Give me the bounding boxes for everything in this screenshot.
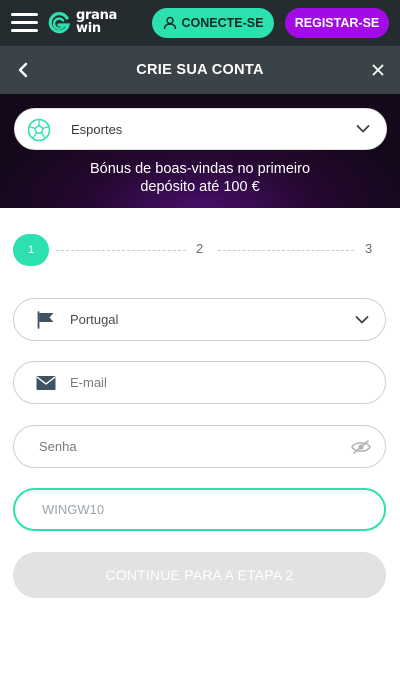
email-placeholder: E-mail (70, 375, 107, 390)
eye-hidden-icon[interactable] (351, 440, 371, 454)
step-divider (56, 250, 186, 251)
chevron-down-icon (355, 316, 369, 324)
country-value: Portugal (70, 312, 119, 327)
promo-code-value: WINGW10 (42, 502, 105, 517)
bonus-line-2: depósito até 100 € (140, 179, 260, 195)
logo-line-2: win (76, 21, 101, 36)
step-3-indicator: 3 (365, 241, 373, 256)
page-title: CRIE SUA CONTA (136, 62, 264, 78)
brand-logo[interactable]: grana win (48, 9, 132, 37)
sport-selector-value: Esportes (71, 122, 123, 137)
promo-code-field[interactable]: WINGW10 (13, 488, 386, 531)
flag-icon (37, 311, 54, 329)
menu-icon[interactable] (11, 11, 38, 33)
password-field[interactable]: Senha (13, 425, 386, 468)
step-divider (218, 250, 354, 251)
envelope-icon (36, 376, 56, 390)
soccer-ball-icon (27, 118, 51, 142)
logo-wordmark: grana win (76, 9, 117, 35)
password-placeholder: Senha (39, 439, 77, 454)
country-selector[interactable]: Portugal (13, 298, 386, 341)
register-button-label: REGISTAR-SE (294, 16, 380, 30)
welcome-bonus-text: Bónus de boas-vindas no primeiro depósit… (0, 160, 400, 196)
title-bar: CRIE SUA CONTA (0, 46, 400, 94)
login-button[interactable]: CONECTE-SE (152, 8, 274, 38)
continue-button[interactable]: CONTINUE PARA A ETAPA 2 (13, 552, 386, 598)
sport-selector[interactable]: Esportes (14, 108, 387, 150)
promo-banner: Esportes Bónus de boas-vindas no primeir… (0, 94, 400, 208)
top-bar: grana win CONECTE-SE REGISTAR-SE (0, 0, 400, 46)
registration-stepper: 1 2 3 (0, 232, 400, 268)
close-icon[interactable] (370, 62, 386, 78)
back-arrow-icon[interactable] (14, 60, 34, 80)
bonus-line-1: Bónus de boas-vindas no primeiro (89, 161, 311, 177)
email-field[interactable]: E-mail (13, 361, 386, 404)
user-icon (163, 16, 176, 30)
register-button[interactable]: REGISTAR-SE (285, 8, 389, 38)
login-button-label: CONECTE-SE (181, 16, 264, 30)
step-2-indicator: 2 (196, 241, 204, 256)
granawin-logo-icon (48, 12, 70, 34)
chevron-down-icon (356, 125, 370, 133)
step-1-indicator: 1 (13, 234, 49, 266)
